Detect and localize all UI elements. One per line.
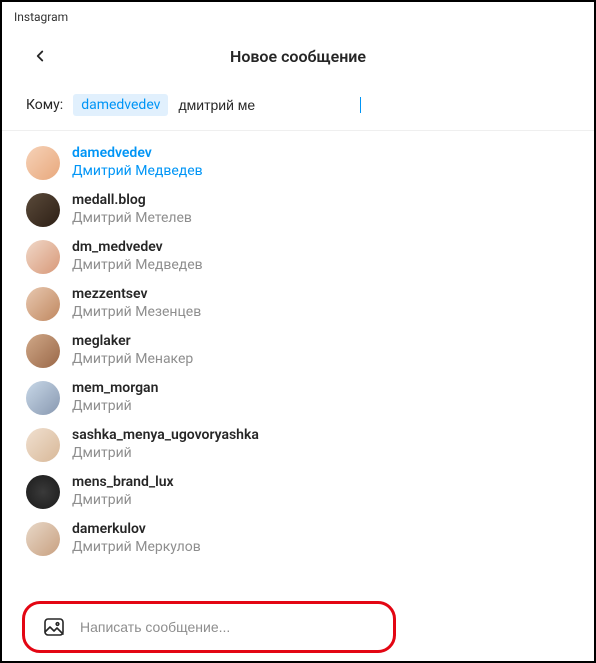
window-title: Instagram — [2, 2, 594, 32]
message-composer — [30, 607, 388, 647]
suggestion-username: meglaker — [72, 333, 193, 351]
suggestion-item[interactable]: mem_morganДмитрий — [2, 374, 594, 421]
avatar — [26, 475, 60, 509]
suggestion-fullname: Дмитрий Мезенцев — [72, 304, 201, 322]
suggestion-fullname: Дмитрий Медведев — [72, 163, 203, 181]
avatar — [26, 193, 60, 227]
suggestion-item[interactable]: damerkulovДмитрий Меркулов — [2, 515, 594, 562]
suggestion-item[interactable]: damedvedevДмитрий Медведев — [2, 139, 594, 186]
suggestion-fullname: Дмитрий Менакер — [72, 351, 193, 369]
suggestion-fullname: Дмитрий Медведев — [72, 257, 203, 275]
page-title: Новое сообщение — [2, 47, 594, 66]
suggestion-item[interactable]: mezzentsevДмитрий Мезенцев — [2, 280, 594, 327]
suggestion-fullname: Дмитрий — [72, 492, 174, 510]
suggestion-text: mezzentsevДмитрий Мезенцев — [72, 286, 201, 321]
chevron-left-icon — [31, 47, 49, 65]
back-button[interactable] — [26, 42, 54, 70]
to-label: Кому: — [26, 97, 63, 113]
avatar — [26, 146, 60, 180]
image-icon[interactable] — [42, 615, 66, 639]
suggestion-username: dm_medvedev — [72, 239, 203, 257]
recipient-chip[interactable]: damedvedev — [73, 94, 168, 116]
suggestion-text: damerkulovДмитрий Меркулов — [72, 521, 201, 556]
avatar — [26, 334, 60, 368]
avatar — [26, 428, 60, 462]
suggestion-text: medall.blogДмитрий Метелев — [72, 192, 192, 227]
suggestion-text: damedvedevДмитрий Медведев — [72, 145, 203, 180]
suggestion-list: damedvedevДмитрий Медведевmedall.blogДми… — [2, 131, 594, 562]
suggestion-text: sashka_menya_ugovoryashkaДмитрий — [72, 427, 259, 462]
suggestion-username: damerkulov — [72, 521, 201, 539]
suggestion-text: mem_morganДмитрий — [72, 380, 158, 415]
message-input[interactable] — [80, 619, 376, 635]
suggestion-fullname: Дмитрий Меркулов — [72, 539, 201, 557]
suggestion-item[interactable]: medall.blogДмитрий Метелев — [2, 186, 594, 233]
suggestion-username: mezzentsev — [72, 286, 201, 304]
suggestion-username: mens_brand_lux — [72, 474, 174, 492]
suggestion-username: mem_morgan — [72, 380, 158, 398]
avatar — [26, 287, 60, 321]
suggestion-text: dm_medvedevДмитрий Медведев — [72, 239, 203, 274]
recipient-search-input[interactable] — [178, 97, 361, 113]
suggestion-item[interactable]: sashka_menya_ugovoryashkaДмитрий — [2, 421, 594, 468]
suggestion-username: medall.blog — [72, 192, 192, 210]
suggestion-item[interactable]: dm_medvedevДмитрий Медведев — [2, 233, 594, 280]
avatar — [26, 240, 60, 274]
suggestion-username: sashka_menya_ugovoryashka — [72, 427, 259, 445]
suggestion-fullname: Дмитрий — [72, 398, 158, 416]
suggestion-text: meglakerДмитрий Менакер — [72, 333, 193, 368]
avatar — [26, 522, 60, 556]
suggestion-item[interactable]: meglakerДмитрий Менакер — [2, 327, 594, 374]
suggestion-fullname: Дмитрий — [72, 445, 259, 463]
header: Новое сообщение — [2, 32, 594, 88]
suggestion-fullname: Дмитрий Метелев — [72, 210, 192, 228]
avatar — [26, 381, 60, 415]
suggestion-username: damedvedev — [72, 145, 203, 163]
suggestion-text: mens_brand_luxДмитрий — [72, 474, 174, 509]
recipient-row: Кому: damedvedev — [2, 88, 594, 131]
suggestion-item[interactable]: mens_brand_luxДмитрий — [2, 468, 594, 515]
